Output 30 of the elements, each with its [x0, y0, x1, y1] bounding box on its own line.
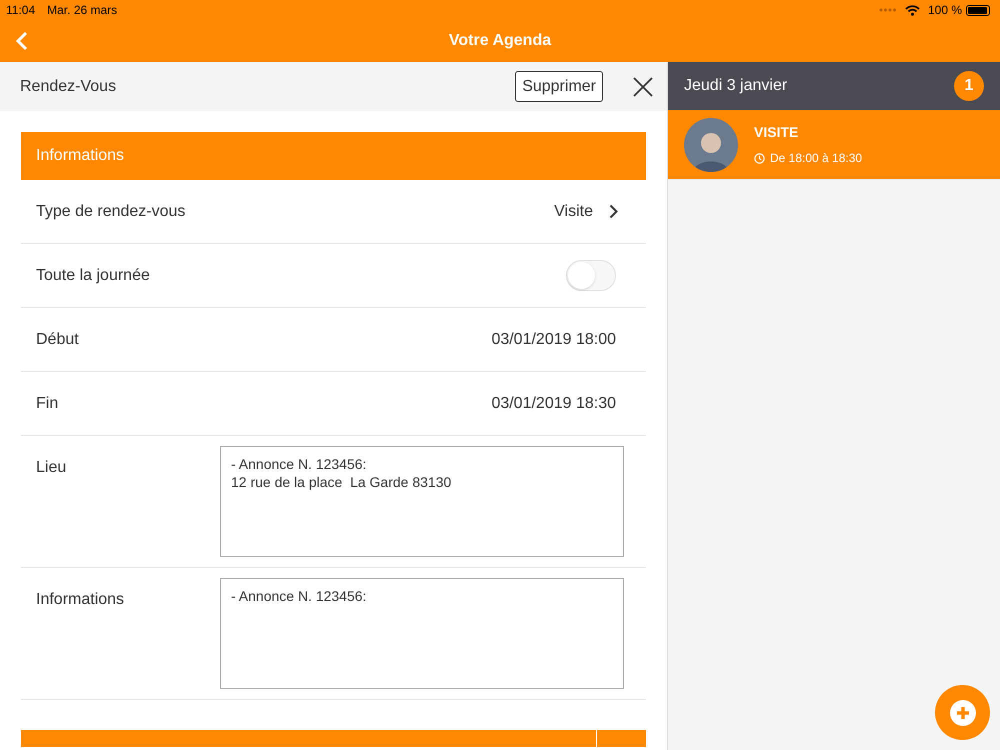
clock-icon	[754, 152, 765, 164]
event-count-badge: 1	[954, 71, 984, 101]
text-area[interactable]: - Annonce N. 123456:	[220, 578, 624, 689]
plus-icon	[950, 700, 976, 726]
status-time: 11:04	[6, 2, 36, 19]
event-time: De 18:00 à 18:30	[770, 150, 862, 167]
page-title: Votre Agenda	[448, 31, 552, 51]
section-header: Informations	[21, 132, 646, 180]
field-label: Informations	[36, 590, 126, 610]
field-value: 03/01/2019 18:30	[491, 394, 616, 414]
field-label: Lieu	[36, 458, 68, 478]
event-title: VISITE	[754, 123, 800, 142]
chevron-right-icon	[609, 204, 618, 219]
battery-icon	[966, 4, 990, 16]
field-label: Type de rendez-vous	[36, 202, 186, 222]
field-label: Toute la journée	[36, 266, 150, 286]
field-label: Fin	[36, 394, 58, 414]
text-area[interactable]: - Annonce N. 123456: 12 rue de la place La Garde 83130	[220, 446, 624, 557]
day-title: Jeudi 3 janvier	[684, 76, 788, 96]
toggle-switch[interactable]	[566, 260, 616, 291]
form-title: Rendez-Vous	[20, 76, 116, 96]
battery-percentage: 100 %	[928, 2, 962, 19]
type-select[interactable]: Visite	[554, 200, 618, 224]
signal-icon	[878, 8, 897, 12]
wifi-icon	[904, 4, 920, 16]
close-button[interactable]	[633, 76, 653, 96]
field-label: Début	[36, 330, 79, 350]
delete-button[interactable]: Supprimer	[515, 71, 603, 102]
status-date: Mar. 26 mars	[47, 2, 118, 19]
field-value: 03/01/2019 18:00	[491, 330, 616, 350]
